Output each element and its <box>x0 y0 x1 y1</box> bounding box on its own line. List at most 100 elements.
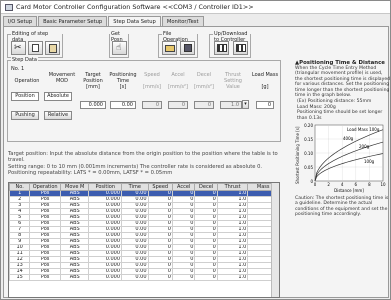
title-bar: Card Motor Controller Configuration Soft… <box>1 1 390 14</box>
example-block: (Ex) Positioning distance: 55mm Load Mas… <box>295 99 391 121</box>
main-window: Card Motor Controller Configuration Soft… <box>0 0 391 300</box>
download-icon <box>236 44 246 52</box>
decel-header: Decel <box>196 72 212 78</box>
table-cell[interactable]: 0.00 <box>121 274 149 281</box>
speed-header: Speed <box>144 72 160 78</box>
load-mass-unit: [g] <box>261 84 269 90</box>
example-label: (Ex) <box>297 99 307 105</box>
caution-block: Caution: The shortest positioning time i… <box>295 196 391 218</box>
positioning-time-input[interactable]: 0.00 <box>110 101 136 109</box>
folder-icon <box>165 45 175 52</box>
column-header[interactable]: Speed <box>147 183 173 191</box>
step-data-group-label: Step Data <box>11 57 38 63</box>
column-header[interactable]: Operation <box>29 183 61 191</box>
load-mass-input[interactable]: 0 <box>256 101 274 109</box>
operation-position-button[interactable]: Position <box>11 92 39 101</box>
series-label-200g: 200g <box>359 144 370 149</box>
table-cell[interactable]: ABS <box>59 274 90 281</box>
operation-pushing-button[interactable]: Pushing <box>11 111 39 120</box>
column-header[interactable]: No. <box>9 183 31 191</box>
column-header[interactable]: Thrust <box>216 183 249 191</box>
pointer-icon: ☝ <box>116 43 122 53</box>
column-header[interactable]: Position <box>88 183 123 191</box>
accel-input[interactable]: 0 <box>168 101 188 109</box>
table-cell[interactable]: 0 <box>147 274 173 281</box>
column-header[interactable]: Move M <box>59 183 90 191</box>
description-line-1: Target position: Input the absolute dist… <box>8 151 278 164</box>
speed-unit: [mm/s] <box>143 84 161 90</box>
table-scrollbar[interactable] <box>271 183 279 297</box>
x-tick-4: 8 <box>368 182 371 187</box>
field-description: Target position: Input the absolute dist… <box>8 151 278 176</box>
thrust-dropdown[interactable]: ▾ <box>242 100 249 109</box>
table-cell[interactable]: 1.0 <box>216 274 249 281</box>
cut-button[interactable]: ✂ <box>11 41 26 55</box>
x-tick-1: 2 <box>327 182 330 187</box>
open-file-button[interactable] <box>162 41 177 55</box>
copy-icon <box>32 44 39 52</box>
column-header[interactable]: Accel <box>171 183 196 191</box>
description-line-3: Positioning repeatability: LATS * = 0.00… <box>8 169 173 176</box>
accel-header: Accel <box>171 72 185 78</box>
step-data-group: Step Data No. 1 Operation Movement MOD T… <box>7 57 281 142</box>
table-cell[interactable]: 0 <box>194 274 218 281</box>
speed-input[interactable]: 0 <box>142 101 162 109</box>
copy-button[interactable] <box>28 41 43 55</box>
table-header-row: No. Operation Move M Position Time Speed Accel… <box>9 183 279 191</box>
series-label-400g: 400g <box>343 136 354 141</box>
help-panel: ▲Positioning Time & Distance When the Cy… <box>295 60 391 296</box>
step-data-panel: Editing of step data ✂ Get Posn ☝ File O… <box>3 26 391 298</box>
table-cell[interactable]: Pos <box>29 274 61 281</box>
tab-basic-parameter-setup[interactable]: Basic Parameter Setup <box>38 16 108 26</box>
y-tick-1: 0.15 <box>304 137 313 142</box>
y-tick-2: 0.10 <box>304 151 313 156</box>
chevron-down-icon: ▾ <box>244 101 247 107</box>
tab-monitor-test[interactable]: Monitor/Test <box>161 16 204 26</box>
thrust-input[interactable]: 1.0 <box>220 101 242 109</box>
column-header[interactable]: Time <box>121 183 149 191</box>
decel-input[interactable]: 0 <box>194 101 214 109</box>
example-distance: Positioning distance: 55mm <box>307 99 372 105</box>
positioning-time-chart: Shortest Positioning Time [s] 0.20 0.15 … <box>295 123 386 193</box>
get-position-group: Get Posn ☝ <box>109 31 129 58</box>
load-mass-header: Load Mass <box>251 72 279 78</box>
target-position-input[interactable]: 0.000 <box>80 101 106 109</box>
x-tick-2: 4 <box>341 182 344 187</box>
upload-icon <box>217 44 227 52</box>
chart-xlabel: Distance [mm] <box>334 188 364 193</box>
get-position-button[interactable]: ☝ <box>112 41 127 55</box>
x-tick-0: 0 <box>314 182 317 187</box>
table-row[interactable]: 15PosABS0.0000.000001.00 <box>9 274 279 281</box>
series-label-100g: 100g <box>364 159 375 164</box>
help-text: When the Cycle Time Entry Method (triang… <box>295 66 391 99</box>
chart-legend: Load Mass 100g <box>347 127 380 132</box>
decel-unit: [mm/s²] <box>194 84 214 90</box>
window-title: Card Motor Controller Configuration Soft… <box>16 3 254 11</box>
movement-relative-button[interactable]: Relative <box>44 111 72 120</box>
x-tick-3: 6 <box>355 182 358 187</box>
paste-button[interactable] <box>45 41 60 55</box>
table-cell[interactable]: 15 <box>9 274 31 281</box>
step-data-table[interactable]: No. Operation Move M Position Time Speed Accel… <box>8 182 280 298</box>
description-line-2: Setting range: 0 to 10 mm (0.001mm incre… <box>8 163 263 170</box>
step-no-value: 1 <box>21 66 25 72</box>
transfer-group: Up/Download to Controller <box>209 31 251 58</box>
target-position-header: Target Position <box>83 72 103 84</box>
tab-io-setup[interactable]: I/O Setup <box>3 16 38 26</box>
x-tick-5: 10 <box>380 182 386 187</box>
table-cell[interactable]: 0.000 <box>88 274 123 281</box>
column-header[interactable]: Decel <box>194 183 218 191</box>
scissors-icon: ✂ <box>14 43 22 53</box>
y-tick-0: 0.20 <box>304 123 313 128</box>
positioning-time-unit: [s] <box>119 84 127 90</box>
clipboard-icon <box>49 44 57 53</box>
download-button[interactable] <box>233 41 248 55</box>
target-position-unit: [mm] <box>86 84 100 90</box>
upload-button[interactable] <box>214 41 229 55</box>
table-cell[interactable]: 0 <box>171 274 196 281</box>
movement-absolute-button[interactable]: Absolute <box>44 92 72 101</box>
chart-ylabel: Shortest Positioning Time [s] <box>295 126 300 184</box>
example-time: Positioning time should be set longer th… <box>297 110 383 121</box>
step-no-label: No. <box>11 66 20 72</box>
save-file-button[interactable] <box>180 41 195 55</box>
